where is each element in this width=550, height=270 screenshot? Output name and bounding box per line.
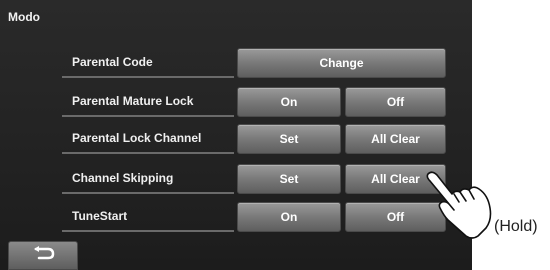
settings-screen: Modo Parental Code Change Parental Matur… xyxy=(0,0,472,270)
row-label-tunestart: TuneStart xyxy=(62,202,234,232)
parental-mature-lock-off-button[interactable]: Off xyxy=(345,87,446,117)
parental-lock-channel-set-button[interactable]: Set xyxy=(237,124,341,154)
hold-instruction-label: (Hold) xyxy=(494,218,538,235)
pointing-hand-icon xyxy=(418,168,500,245)
row-label-parental-mature-lock: Parental Mature Lock xyxy=(62,87,234,117)
tunestart-on-button[interactable]: On xyxy=(237,202,341,232)
row-label-parental-code: Parental Code xyxy=(62,48,234,78)
channel-skipping-set-button[interactable]: Set xyxy=(237,164,341,194)
parental-code-change-button[interactable]: Change xyxy=(237,48,446,78)
row-label-parental-lock-channel: Parental Lock Channel xyxy=(62,124,234,154)
return-arrow-icon xyxy=(30,245,56,266)
parental-mature-lock-on-button[interactable]: On xyxy=(237,87,341,117)
row-label-channel-skipping: Channel Skipping xyxy=(62,164,234,194)
screen-title: Modo xyxy=(8,10,40,24)
back-button[interactable] xyxy=(8,241,78,270)
parental-lock-channel-all-clear-button[interactable]: All Clear xyxy=(345,124,446,154)
